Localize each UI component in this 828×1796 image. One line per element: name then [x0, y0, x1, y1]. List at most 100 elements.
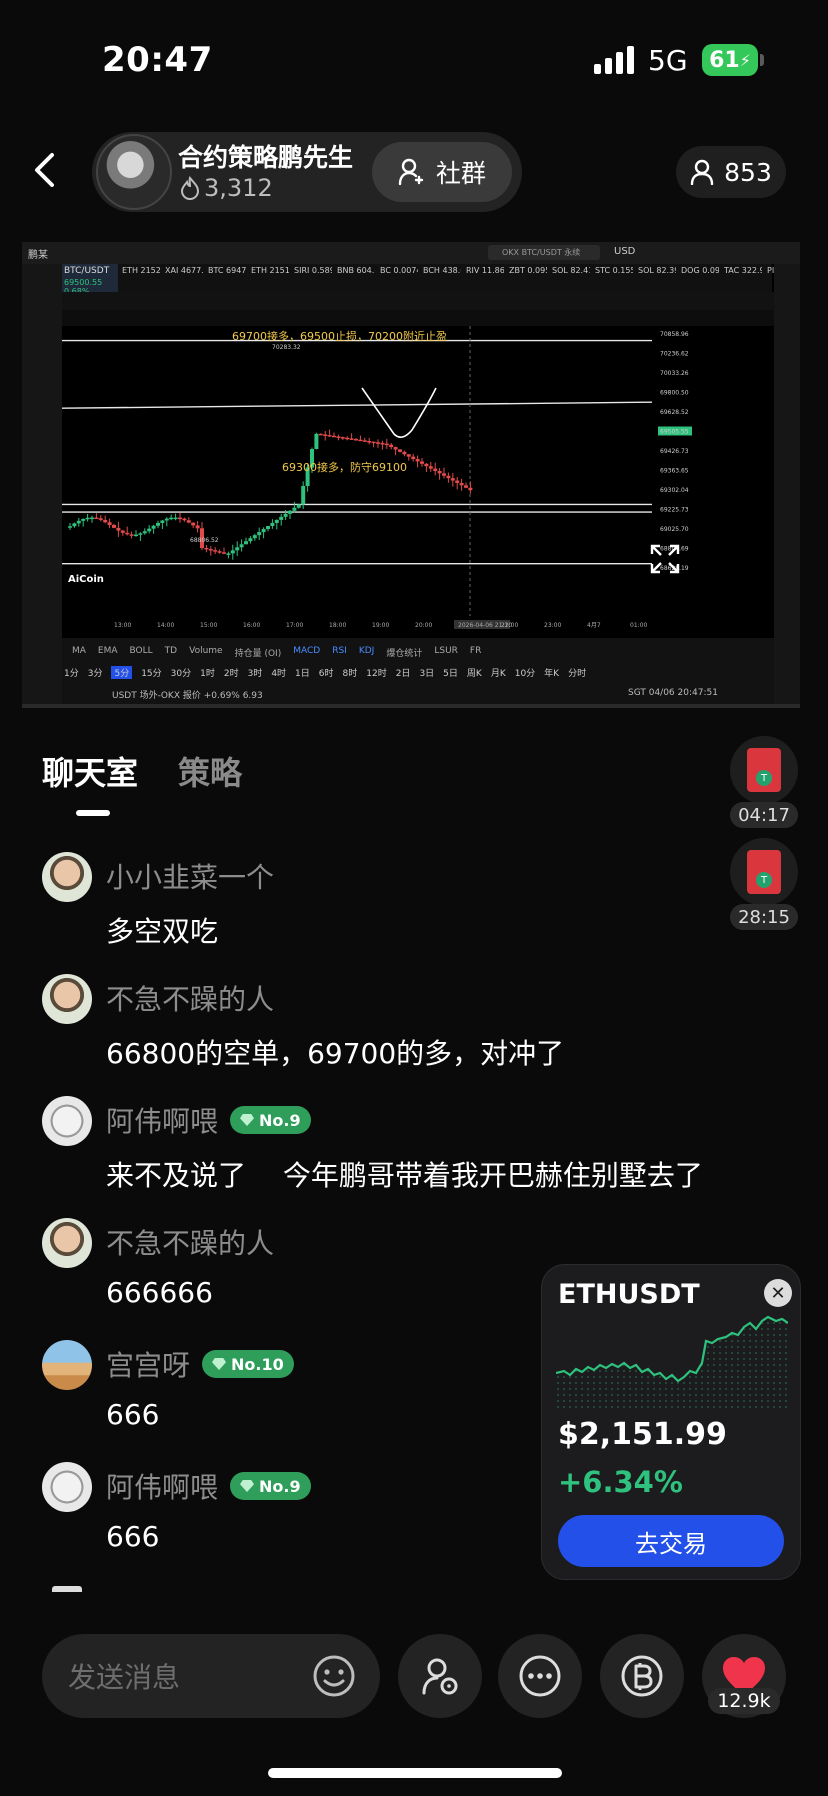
stream-indicator-item: 爆仓统计 [386, 649, 423, 659]
user-avatar[interactable] [42, 1096, 92, 1146]
candle-body [252, 535, 257, 539]
candle-body [411, 456, 416, 460]
candle-body [442, 473, 446, 476]
candle-body [151, 525, 156, 529]
drawn-v-stroke [361, 387, 437, 438]
candle-body [230, 550, 235, 554]
user-avatar[interactable] [42, 974, 92, 1024]
more-options-button[interactable] [498, 1634, 582, 1718]
invite-user-button[interactable] [398, 1634, 482, 1718]
stream-ticker-strip: BTC/USDT 69500.55 0.68% ETH 2152.2 XAI 46… [62, 264, 800, 296]
price-axis-label: 69363.65 [660, 468, 689, 475]
home-indicator[interactable] [268, 1768, 562, 1778]
price-axis-label: 69025.70 [660, 526, 689, 533]
emoji-icon[interactable] [312, 1654, 356, 1698]
username-text: 阿伟啊喂 [106, 1471, 219, 1504]
high-label: 70283.32 [272, 344, 301, 351]
candle-body [380, 442, 385, 445]
stream-currency: USD [614, 246, 636, 257]
back-button[interactable] [26, 148, 62, 192]
stream-indicator-item: TD [164, 646, 178, 656]
rank-badge: No.9 [230, 1106, 311, 1134]
eth-symbol: ETHUSDT [558, 1279, 700, 1310]
close-icon[interactable]: ✕ [764, 1279, 792, 1307]
stream-interval-row: 1分 3分 5分 15分 30分 1时 2时 3时 4时 1日 6时 8时 12时 2日 3日 5日 周K 月K 1… [64, 666, 586, 679]
candle-body [354, 439, 358, 441]
community-button[interactable]: 社群 [372, 142, 512, 202]
user-avatar[interactable] [42, 1462, 92, 1512]
stream-toolbar [62, 292, 774, 310]
trade-button[interactable]: 去交易 [558, 1515, 784, 1567]
candle-body [376, 442, 380, 444]
message-text: 666 [106, 1520, 160, 1553]
message-text: 来不及说了 今年鹏哥带着我开巴赫住别墅去了 [106, 1159, 703, 1192]
price-axis-label: 70236.62 [660, 351, 689, 358]
rank-badge-label: No.9 [259, 1476, 301, 1496]
message-input[interactable]: 发送消息 [42, 1634, 380, 1718]
host-heat: 3,312 [180, 174, 273, 202]
candle-body [134, 534, 138, 537]
tab-strategy[interactable]: 策略 [178, 748, 242, 794]
candle-body [182, 518, 187, 521]
bitcoin-button[interactable] [600, 1634, 684, 1718]
time-axis-label: 23:00 [544, 622, 561, 629]
aicoin-watermark: AiCoin [68, 574, 104, 585]
candle-body [98, 518, 103, 520]
candle-body [156, 522, 160, 526]
price-axis-label: 69302.04 [660, 487, 689, 494]
red-packet-1[interactable]: T [730, 736, 798, 804]
stream-interval-item: 6时 [318, 669, 334, 679]
host-avatar[interactable] [96, 134, 172, 210]
like-count: 12.9k [708, 1688, 780, 1714]
candle-body [107, 522, 112, 525]
candle-body [239, 544, 244, 548]
stream-left-sidebar [22, 264, 62, 704]
stream-indicator-bar: MA EMA BOLL TD Volume 持仓量 (OI) MACD RSI KDJ 爆仓统计 L… [62, 638, 774, 704]
flame-icon [180, 176, 200, 200]
network-type: 5G [648, 44, 688, 77]
stream-interval-item: 1时 [200, 669, 215, 679]
stream-active-pair: BTC/USDT 69500.55 0.68% [62, 264, 118, 296]
bitcoin-icon [621, 1655, 663, 1697]
eth-price-card[interactable]: ETHUSDT ✕ $2,151.99 +6.34% 去交易 [541, 1264, 801, 1580]
fullscreen-icon[interactable] [650, 544, 680, 574]
diamond-icon [240, 1480, 255, 1492]
candle-body [323, 434, 328, 436]
stream-ticker-item: SOL 82.39 [638, 266, 676, 275]
candle-body [288, 510, 292, 514]
user-avatar[interactable] [42, 1340, 92, 1390]
tab-chat-room[interactable]: 聊天室 [42, 748, 138, 794]
candle-body [116, 527, 121, 531]
stream-interval-item: 3分 [87, 669, 103, 679]
stream-indicator-item: Volume [189, 646, 223, 656]
candle-body [72, 523, 77, 527]
candle-body [437, 471, 442, 474]
stream-indicator-item: FR [469, 646, 482, 656]
rank-badge: No.10 [202, 1350, 294, 1378]
community-label: 社群 [435, 159, 486, 188]
username-text: 不急不躁的人 [106, 983, 275, 1016]
live-stream-video[interactable]: 鹏某 OKX BTC/USDT 永续 USD BTC/USDT 69500.55… [22, 242, 800, 708]
candle-body [384, 443, 389, 446]
user-avatar[interactable] [42, 1218, 92, 1268]
message-username: 阿伟啊喂 No.9 [106, 1466, 311, 1506]
candle-body [340, 437, 345, 439]
message-input-placeholder: 发送消息 [68, 1661, 181, 1694]
stream-titlebar: 鹏某 OKX BTC/USDT 永续 USD [22, 242, 800, 264]
time-axis-label: 15:00 [200, 622, 217, 629]
candle-body [318, 433, 323, 436]
stream-search-box: OKX BTC/USDT 永续 [488, 245, 600, 260]
chat-message: 小小韭菜一个 多空双吃 [42, 852, 742, 962]
user-avatar[interactable] [42, 852, 92, 902]
candle-body [226, 553, 231, 555]
rank-badge: No.9 [230, 1472, 311, 1500]
price-axis-label: 69505.55 [660, 429, 689, 436]
stream-ticker-item: ETH 2151.8 [251, 266, 289, 275]
candle-body [125, 532, 130, 535]
message-text: 多空双吃 [106, 915, 219, 948]
message-text: 66800的空单，69700的多，对冲了 [106, 1037, 565, 1070]
candle-body [142, 531, 147, 534]
viewers-pill[interactable]: 853 [676, 146, 786, 198]
stream-indicator-item: MA [72, 646, 86, 656]
candle-body [402, 451, 407, 455]
